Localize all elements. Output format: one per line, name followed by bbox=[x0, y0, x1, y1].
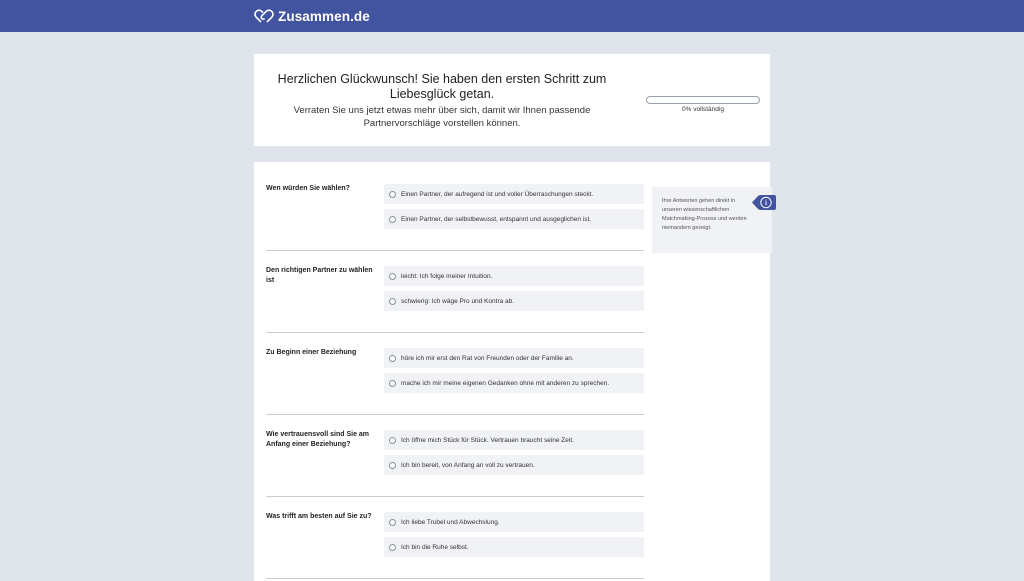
info-icon[interactable] bbox=[752, 193, 776, 212]
progress-bar bbox=[646, 96, 760, 104]
question-label: Wen würden Sie wählen? bbox=[266, 185, 350, 192]
answer-option-label: Ich liebe Trubel und Abwechslung. bbox=[401, 518, 500, 526]
intro-subtitle: Verraten Sie uns jetzt etwas mehr über s… bbox=[293, 105, 591, 129]
brand-logo[interactable]: Zusammen.de bbox=[254, 6, 370, 26]
answer-option[interactable]: Einen Partner, der selbstbewusst, entspa… bbox=[384, 209, 644, 229]
radio-button[interactable] bbox=[389, 272, 396, 280]
intro-card: Herzlichen Glückwunsch! Sie haben den er… bbox=[254, 54, 770, 146]
answer-option[interactable]: mache ich mir meine eigenen Gedanken ohn… bbox=[384, 373, 644, 393]
question-divider bbox=[266, 414, 644, 415]
question-label: Was trifft am besten auf Sie zu? bbox=[266, 513, 372, 520]
answer-option-label: höre ich mir erst den Rat von Freunden o… bbox=[401, 354, 574, 362]
radio-button[interactable] bbox=[389, 379, 396, 387]
answer-option-label: mache ich mir meine eigenen Gedanken ohn… bbox=[401, 379, 610, 387]
brand-name: Zusammen.de bbox=[278, 8, 370, 24]
answer-option[interactable]: Ich liebe Trubel und Abwechslung. bbox=[384, 512, 644, 532]
question-label: Wie vertrauensvoll sind Sie am Anfang ei… bbox=[266, 431, 370, 448]
question-divider bbox=[266, 332, 644, 333]
answer-option[interactable]: Ich öffne mich Stück für Stück. Vertraue… bbox=[384, 430, 644, 450]
progress-label: 0% vollständig bbox=[682, 106, 724, 113]
radio-button[interactable] bbox=[389, 215, 396, 223]
answer-option[interactable]: Ich bin bereit, von Anfang an voll zu ve… bbox=[384, 455, 644, 475]
hearts-logo-icon bbox=[254, 9, 274, 23]
answer-option-label: Einen Partner, der selbstbewusst, entspa… bbox=[401, 215, 592, 223]
privacy-info-text: Ihre Antworten gehen direkt in unseren w… bbox=[662, 198, 747, 231]
answer-option-label: Ich bin die Ruhe selbst. bbox=[401, 543, 469, 551]
answer-option[interactable]: Ich bin die Ruhe selbst. bbox=[384, 537, 644, 557]
answer-option-label: Einen Partner, der aufregend ist und vol… bbox=[401, 190, 594, 198]
question-label: Den richtigen Partner zu wählen ist bbox=[266, 267, 373, 284]
radio-button[interactable] bbox=[389, 461, 396, 469]
radio-button[interactable] bbox=[389, 354, 396, 362]
radio-button[interactable] bbox=[389, 297, 396, 305]
answer-option-label: leicht: Ich folge meiner Intuition. bbox=[401, 272, 493, 280]
radio-button[interactable] bbox=[389, 518, 396, 526]
answer-option[interactable]: höre ich mir erst den Rat von Freunden o… bbox=[384, 348, 644, 368]
question-divider bbox=[266, 578, 644, 579]
answer-option-label: schwierig: Ich wäge Pro und Kontra ab. bbox=[401, 297, 515, 305]
radio-button[interactable] bbox=[389, 436, 396, 444]
answer-option[interactable]: Einen Partner, der aufregend ist und vol… bbox=[384, 184, 644, 204]
question-divider bbox=[266, 496, 644, 497]
answer-option-label: Ich öffne mich Stück für Stück. Vertraue… bbox=[401, 436, 574, 444]
answer-option-label: Ich bin bereit, von Anfang an voll zu ve… bbox=[401, 461, 535, 469]
radio-button[interactable] bbox=[389, 543, 396, 551]
top-navigation-bar: Zusammen.de bbox=[0, 0, 1024, 32]
radio-button[interactable] bbox=[389, 190, 396, 198]
answer-option[interactable]: leicht: Ich folge meiner Intuition. bbox=[384, 266, 644, 286]
answer-option[interactable]: schwierig: Ich wäge Pro und Kontra ab. bbox=[384, 291, 644, 311]
intro-title: Herzlichen Glückwunsch! Sie haben den er… bbox=[277, 72, 607, 101]
question-divider bbox=[266, 250, 644, 251]
question-label: Zu Beginn einer Beziehung bbox=[266, 349, 357, 356]
